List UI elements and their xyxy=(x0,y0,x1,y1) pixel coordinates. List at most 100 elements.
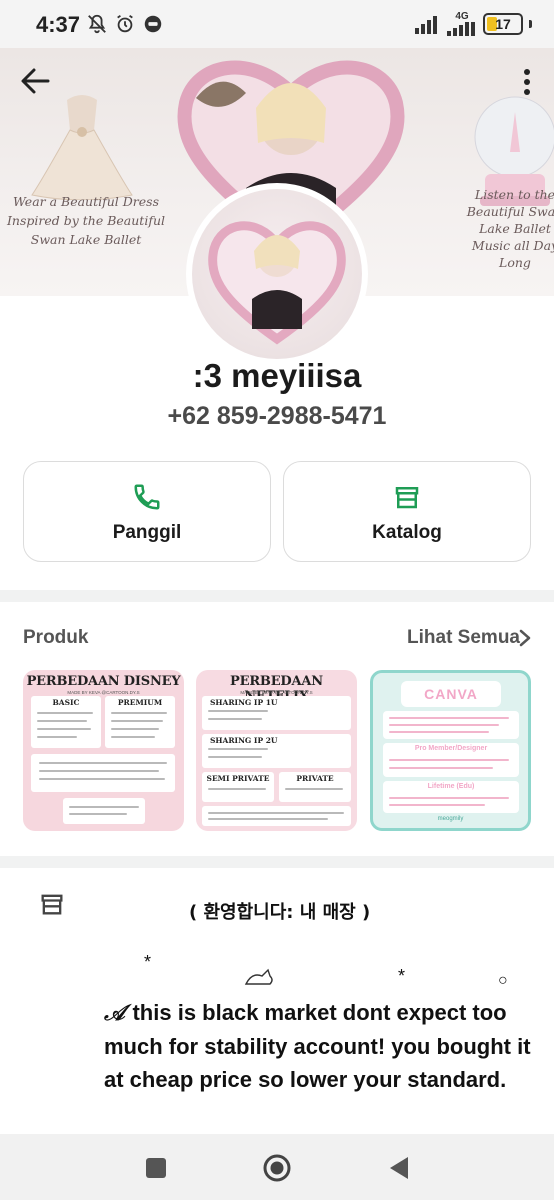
star-icon: * xyxy=(398,966,406,986)
product-column: PRIVATE xyxy=(279,772,351,802)
chevron-right-icon[interactable] xyxy=(518,628,532,648)
text-line xyxy=(208,710,268,712)
text-line xyxy=(208,818,328,820)
product-subheading: MADE BY KEVA @CARTOON.DY.S xyxy=(67,690,140,695)
text-line xyxy=(208,718,262,720)
product-column: SHARING IP 1U xyxy=(202,696,351,730)
catalog-button[interactable]: Katalog xyxy=(283,461,531,562)
storefront-icon xyxy=(41,894,63,915)
text-line xyxy=(389,731,489,733)
product-column: SEMI PRIVATE xyxy=(202,772,274,802)
column-title: PRIVATE xyxy=(296,774,334,783)
text-line xyxy=(39,770,159,772)
battery-icon: 17 xyxy=(483,13,523,35)
alarm-icon xyxy=(117,14,133,33)
product-footer-box xyxy=(63,798,145,824)
text-line xyxy=(208,812,344,814)
product-column: PREMIUM xyxy=(105,696,175,748)
network-type: 4G xyxy=(455,11,469,22)
avatar-image xyxy=(192,189,362,359)
text-line xyxy=(389,717,509,719)
column-title: PREMIUM xyxy=(117,698,163,707)
dress-illustration-icon xyxy=(31,95,133,200)
product-heading: PERBEDAAN DISNEY xyxy=(26,674,181,689)
text-line xyxy=(389,759,509,761)
circle-icon: ○ xyxy=(498,972,508,989)
product-footer: meogmily xyxy=(437,816,464,822)
battery-level: 17 xyxy=(495,16,511,32)
call-button[interactable]: Panggil xyxy=(23,461,271,562)
status-bar: 4:37 4G 17 xyxy=(0,0,554,48)
text-line xyxy=(37,736,77,738)
column-title: SHARING IP 1U xyxy=(210,698,278,707)
fox-icon xyxy=(244,968,273,985)
text-line xyxy=(208,756,262,758)
text-line xyxy=(69,813,127,815)
see-all-link[interactable]: Lihat Semua xyxy=(407,627,520,649)
bio-title: ( 환영합니다: 내 매장 ) xyxy=(189,902,371,923)
battery-tip xyxy=(529,20,532,28)
product-card-disney[interactable]: PERBEDAAN DISNEY MADE BY KEVA @CARTOON.D… xyxy=(23,670,184,831)
column-title: BASIC xyxy=(52,698,80,707)
product-note-box xyxy=(31,754,175,792)
signal-icon xyxy=(415,16,437,34)
back-arrow-icon[interactable] xyxy=(18,66,52,96)
section-divider xyxy=(0,856,554,868)
system-nav-bar xyxy=(0,1134,554,1200)
cover-caption-left: Wear a Beautiful Dress Inspired by the B… xyxy=(6,194,165,247)
text-line xyxy=(111,720,163,722)
more-options-icon[interactable] xyxy=(522,68,532,96)
catalog-label: Katalog xyxy=(372,522,442,543)
text-line xyxy=(39,762,167,764)
status-time: 4:37 xyxy=(36,12,81,37)
text-line xyxy=(208,788,266,790)
recents-icon[interactable] xyxy=(146,1158,166,1178)
product-column: BASIC xyxy=(31,696,101,748)
box-label: Pro Member/Designer xyxy=(414,745,488,752)
products-title: Produk xyxy=(23,627,89,648)
profile-name: :3 meyiiisa xyxy=(192,357,362,394)
signal-icon-2 xyxy=(447,22,475,36)
cover-caption-right: Listen to the Beautiful Swan Lake Ballet… xyxy=(466,187,554,270)
call-label: Panggil xyxy=(112,522,182,543)
product-subheading: MADE BY KEVA @CARTOON.DY.S xyxy=(240,690,313,695)
status-icons xyxy=(86,13,164,35)
product-card-netflix[interactable]: PERBEDAAN NETFLIX MADE BY KEVA @CARTOON.… xyxy=(196,670,357,831)
chat-bubble-icon xyxy=(144,15,162,33)
section-divider xyxy=(0,590,554,602)
star-icon: * xyxy=(144,952,152,972)
storefront-icon xyxy=(395,487,419,509)
text-line xyxy=(389,767,493,769)
phone-icon xyxy=(134,484,160,510)
home-icon[interactable] xyxy=(262,1153,292,1183)
avatar-portrait-icon xyxy=(208,221,346,345)
product-note-box xyxy=(202,806,351,826)
product-column: SHARING IP 2U xyxy=(202,734,351,768)
text-line xyxy=(111,736,155,738)
bio-text: this is black market dont expect too muc… xyxy=(104,1000,531,1092)
text-line xyxy=(111,728,159,730)
text-line xyxy=(39,778,165,780)
product-note-box: Lifetime (Edu) xyxy=(383,781,519,813)
status-right: 4G 17 xyxy=(415,12,532,36)
bio-text-block: 𝒜 this is black market dont expect too m… xyxy=(104,996,534,1096)
back-triangle-icon[interactable] xyxy=(387,1155,411,1181)
profile-avatar[interactable] xyxy=(186,183,368,365)
network-indicator: 4G xyxy=(447,12,477,36)
column-title: SHARING IP 2U xyxy=(210,736,278,745)
text-line xyxy=(208,748,268,750)
text-line xyxy=(389,797,509,799)
text-line xyxy=(285,788,343,790)
bell-off-icon xyxy=(88,14,106,34)
profile-phone: +62 859-2988-5471 xyxy=(167,402,387,430)
text-line xyxy=(389,804,485,806)
product-card-canva[interactable]: CANVA Pro Member/Designer Lifetime (Edu)… xyxy=(370,670,531,831)
product-note-box: Pro Member/Designer xyxy=(383,743,519,777)
column-title: SEMI PRIVATE xyxy=(206,774,270,783)
text-line xyxy=(69,806,139,808)
script-a-icon: 𝒜 xyxy=(104,1000,133,1026)
text-line xyxy=(111,712,167,714)
text-line xyxy=(389,724,499,726)
text-line xyxy=(37,720,87,722)
text-line xyxy=(37,712,93,714)
